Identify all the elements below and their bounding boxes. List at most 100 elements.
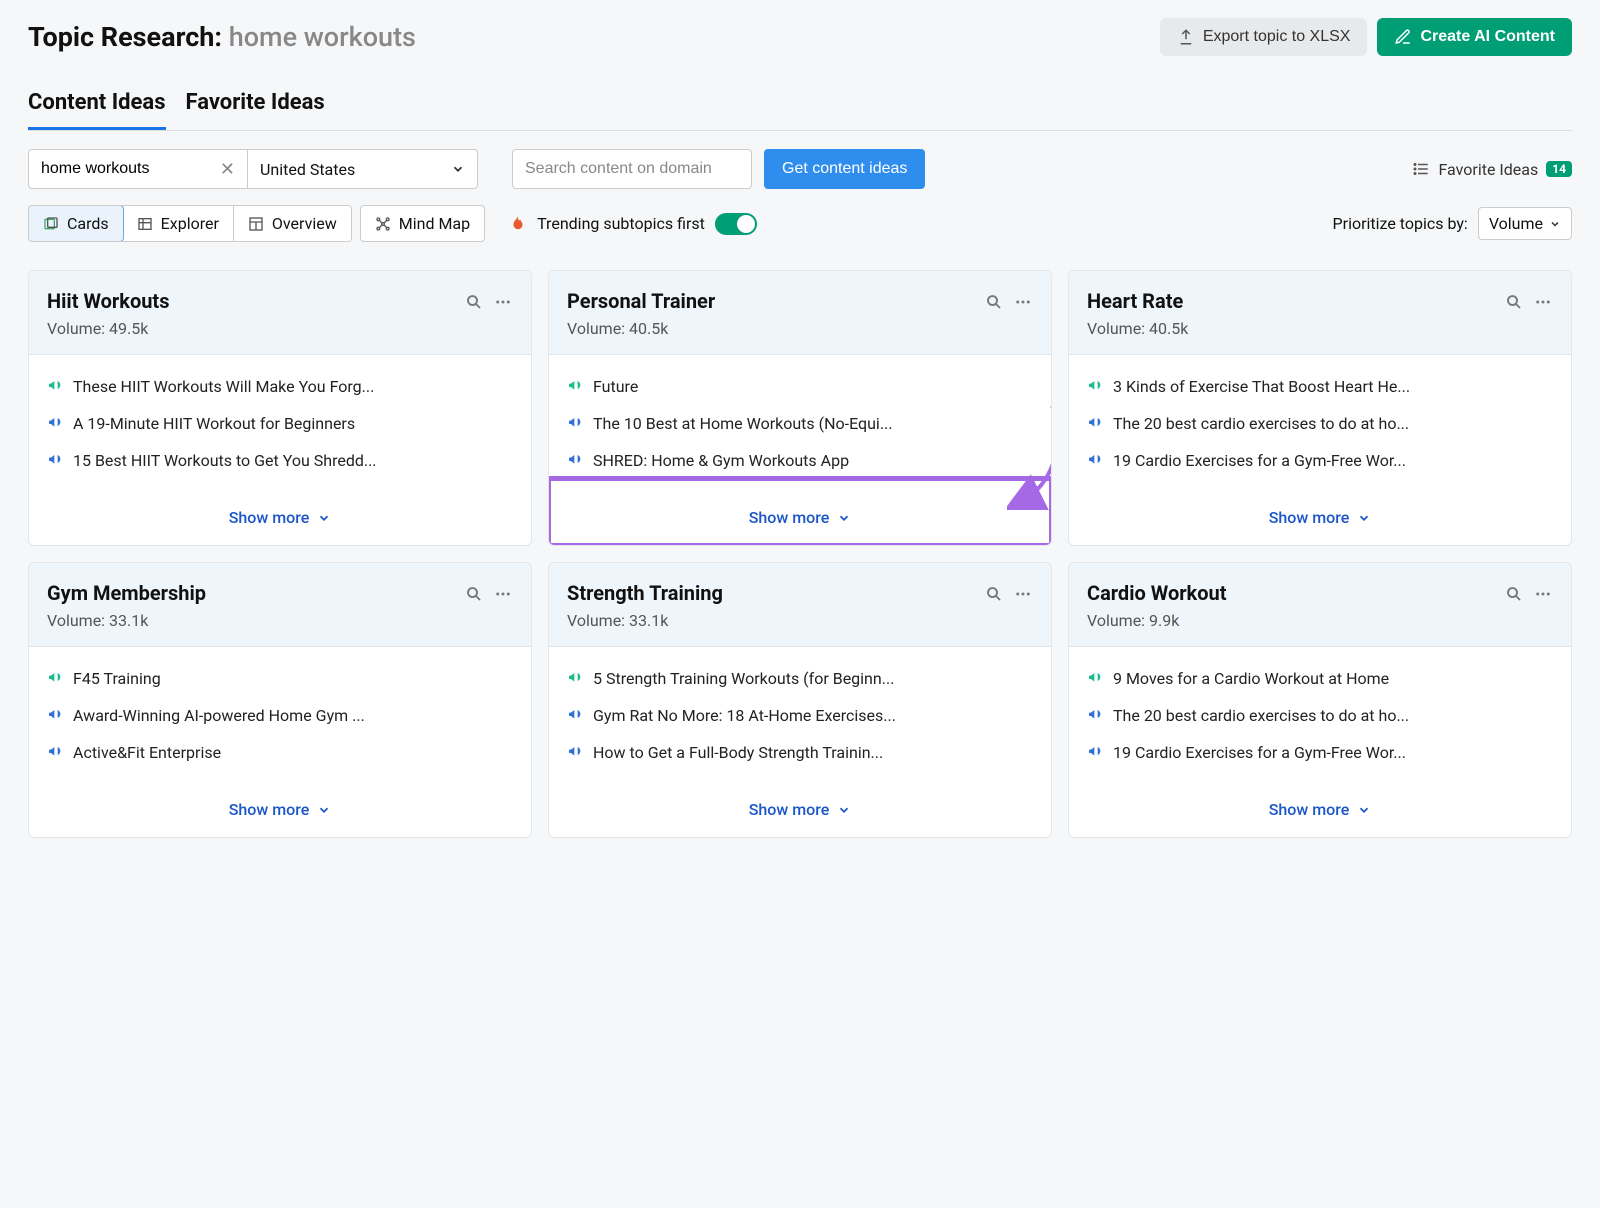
card-volume: Volume: 33.1k <box>567 611 723 630</box>
show-more-label: Show more <box>229 508 310 527</box>
view-explorer[interactable]: Explorer <box>123 206 234 241</box>
topic-card: Cardio WorkoutVolume: 9.9k9 Moves for a … <box>1068 562 1572 838</box>
favorite-count-badge: 14 <box>1546 161 1572 177</box>
upload-icon <box>1177 28 1195 46</box>
headline-row[interactable]: The 20 best cardio exercises to do at ho… <box>1087 706 1553 725</box>
topic-card: Personal TrainerVolume: 40.5kFutureThe 1… <box>548 270 1052 546</box>
layout-icon <box>248 216 264 232</box>
show-more-button[interactable]: Show more <box>1069 788 1571 837</box>
card-header: Heart RateVolume: 40.5k <box>1069 271 1571 355</box>
bullhorn-icon <box>1087 414 1103 430</box>
bullhorn-icon <box>567 669 583 685</box>
headline-row[interactable]: The 20 best cardio exercises to do at ho… <box>1087 414 1553 433</box>
card-title: Strength Training <box>567 581 723 605</box>
headline-row[interactable]: 5 Strength Training Workouts (for Beginn… <box>567 669 1033 688</box>
show-more-button[interactable]: Show more <box>549 788 1051 837</box>
headline-row[interactable]: A 19-Minute HIIT Workout for Beginners <box>47 414 513 433</box>
card-search-icon[interactable] <box>465 293 483 311</box>
bullhorn-icon <box>567 414 583 430</box>
headline-text: 5 Strength Training Workouts (for Beginn… <box>593 669 894 688</box>
headline-row[interactable]: 9 Moves for a Cardio Workout at Home <box>1087 669 1553 688</box>
clear-topic-icon[interactable]: ✕ <box>220 159 235 180</box>
card-body: 3 Kinds of Exercise That Boost Heart He.… <box>1069 355 1571 496</box>
card-more-icon[interactable] <box>1533 585 1553 603</box>
card-body: F45 Training Award-Winning AI-powered Hom… <box>29 647 531 788</box>
bullhorn-icon <box>1087 669 1103 685</box>
card-search-icon[interactable] <box>985 293 1003 311</box>
topic-card: Hiit WorkoutsVolume: 49.5kThese HIIT Wor… <box>28 270 532 546</box>
view-cards[interactable]: Cards <box>28 205 124 242</box>
prioritize-select[interactable]: Volume <box>1478 207 1572 240</box>
headline-row[interactable]: 19 Cardio Exercises for a Gym-Free Wor..… <box>1087 451 1553 470</box>
trending-toggle[interactable] <box>715 213 757 235</box>
prioritize-group: Prioritize topics by: Volume <box>1333 207 1572 240</box>
card-header: Strength Training Volume: 33.1k <box>549 563 1051 647</box>
headline-row[interactable]: Gym Rat No More: 18 At-Home Exercises... <box>567 706 1033 725</box>
headline-text: The 10 Best at Home Workouts (No-Equi... <box>593 414 892 433</box>
page-title: Topic Research: home workouts <box>28 21 416 53</box>
card-search-icon[interactable] <box>985 585 1003 603</box>
show-more-button[interactable]: Show more <box>1069 496 1571 545</box>
create-label: Create AI Content <box>1420 28 1555 46</box>
domain-search-input[interactable] <box>525 160 739 178</box>
headline-text: 9 Moves for a Cardio Workout at Home <box>1113 669 1389 688</box>
mindmap-icon <box>375 216 391 232</box>
card-search-icon[interactable] <box>1505 293 1523 311</box>
headline-row[interactable]: SHRED: Home & Gym Workouts App <box>567 451 1033 470</box>
topic-card: Heart RateVolume: 40.5k 3 Kinds of Exerci… <box>1068 270 1572 546</box>
card-title: Cardio Workout <box>1087 581 1227 605</box>
headline-text: SHRED: Home & Gym Workouts App <box>593 451 849 470</box>
card-search-icon[interactable] <box>1505 585 1523 603</box>
bullhorn-icon <box>47 743 63 759</box>
headline-row[interactable]: Future <box>567 377 1033 396</box>
card-more-icon[interactable] <box>1013 293 1033 311</box>
headline-row[interactable]: Active&Fit Enterprise <box>47 743 513 762</box>
card-title: Hiit Workouts <box>47 289 169 313</box>
headline-row[interactable]: 19 Cardio Exercises for a Gym-Free Wor..… <box>1087 743 1553 762</box>
cards-grid: Hiit WorkoutsVolume: 49.5kThese HIIT Wor… <box>28 270 1572 838</box>
headline-text: F45 Training <box>73 669 161 688</box>
headline-row[interactable]: These HIIT Workouts Will Make You Forg..… <box>47 377 513 396</box>
show-more-button[interactable]: Show more <box>29 496 531 545</box>
headline-row[interactable]: F45 Training <box>47 669 513 688</box>
topic-input[interactable] <box>41 160 201 178</box>
export-label: Export topic to XLSX <box>1203 28 1351 46</box>
tab-favorite-ideas[interactable]: Favorite Ideas <box>186 84 325 130</box>
favorite-ideas-link[interactable]: Favorite Ideas 14 <box>1412 160 1572 179</box>
headline-row[interactable]: How to Get a Full-Body Strength Trainin.… <box>567 743 1033 762</box>
create-ai-content-button[interactable]: Create AI Content <box>1377 18 1572 56</box>
headline-text: These HIIT Workouts Will Make You Forg..… <box>73 377 374 396</box>
view-mindmap[interactable]: Mind Map <box>360 205 485 242</box>
headline-row[interactable]: The 10 Best at Home Workouts (No-Equi... <box>567 414 1033 433</box>
card-more-icon[interactable] <box>1013 585 1033 603</box>
headline-row[interactable]: 15 Best HIIT Workouts to Get You Shredd.… <box>47 451 513 470</box>
headline-row[interactable]: Award-Winning AI-powered Home Gym ... <box>47 706 513 725</box>
view-overview[interactable]: Overview <box>234 206 351 241</box>
card-more-icon[interactable] <box>1533 293 1553 311</box>
show-more-button[interactable]: Show more <box>29 788 531 837</box>
prioritize-value: Volume <box>1489 214 1543 233</box>
bullhorn-icon <box>47 414 63 430</box>
bullhorn-icon <box>47 451 63 467</box>
card-search-icon[interactable] <box>465 585 483 603</box>
show-more-button[interactable]: Show more <box>549 496 1051 545</box>
card-header: Cardio WorkoutVolume: 9.9k <box>1069 563 1571 647</box>
show-more-label: Show more <box>229 800 310 819</box>
card-more-icon[interactable] <box>493 293 513 311</box>
chevron-down-icon <box>837 511 851 525</box>
filter-row: ✕ United States Get content ideas Favori… <box>28 149 1572 189</box>
country-select[interactable]: United States <box>248 149 478 189</box>
card-body: 9 Moves for a Cardio Workout at Home The … <box>1069 647 1571 788</box>
card-more-icon[interactable] <box>493 585 513 603</box>
tab-content-ideas[interactable]: Content Ideas <box>28 84 166 130</box>
get-content-ideas-button[interactable]: Get content ideas <box>764 149 925 189</box>
card-body: 5 Strength Training Workouts (for Beginn… <box>549 647 1051 788</box>
bullhorn-icon <box>47 377 63 393</box>
headline-row[interactable]: 3 Kinds of Exercise That Boost Heart He.… <box>1087 377 1553 396</box>
domain-search-input-wrapper[interactable] <box>512 149 752 189</box>
topic-input-wrapper[interactable]: ✕ <box>28 149 248 189</box>
card-title: Gym Membership <box>47 581 206 605</box>
favorite-ideas-label: Favorite Ideas <box>1438 160 1538 179</box>
headline-text: Active&Fit Enterprise <box>73 743 221 762</box>
export-xlsx-button[interactable]: Export topic to XLSX <box>1160 18 1368 56</box>
